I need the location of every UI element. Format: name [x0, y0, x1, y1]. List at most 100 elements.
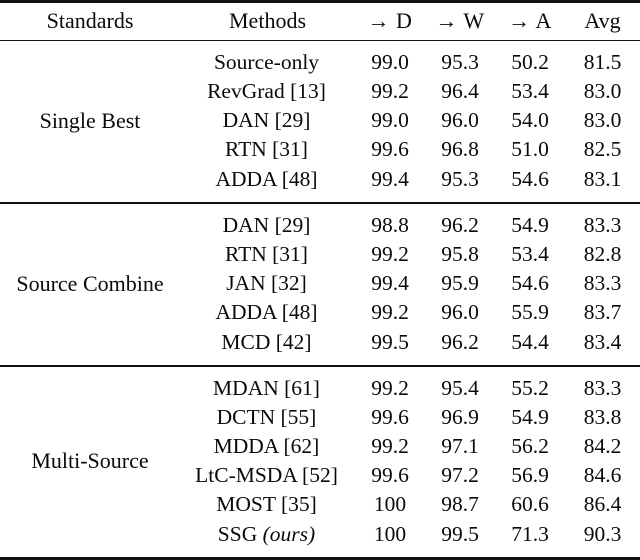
value-to-a: 54.0 [495, 106, 565, 135]
value-to-a: 56.2 [495, 432, 565, 461]
group-label-source-combine: Source Combine [0, 211, 180, 357]
method-name: RTN [31] [180, 240, 355, 269]
value-to-d: 100 [355, 520, 425, 549]
method-name: LtC-MSDA [52] [180, 461, 355, 490]
value-to-w: 96.2 [425, 211, 495, 240]
value-avg: 83.0 [565, 77, 640, 106]
value-to-d: 100 [355, 491, 425, 520]
method-name: DAN [29] [180, 106, 355, 135]
group-single-best: Single Best Source-only 99.0 95.3 50.2 8… [0, 41, 640, 203]
value-to-a: 71.3 [495, 520, 565, 549]
value-avg: 82.5 [565, 136, 640, 165]
results-table-container: Standards Methods → D → W → A Avg Single… [0, 0, 640, 529]
value-avg: 83.8 [565, 403, 640, 432]
value-avg: 83.7 [565, 299, 640, 328]
value-to-d: 99.4 [355, 165, 425, 194]
value-to-a: 55.9 [495, 299, 565, 328]
value-avg: 83.3 [565, 374, 640, 403]
method-name: RevGrad [13] [180, 77, 355, 106]
value-avg: 84.2 [565, 432, 640, 461]
value-avg: 90.3 [565, 520, 640, 549]
group-top-spacer [0, 204, 640, 211]
value-to-d: 99.6 [355, 461, 425, 490]
value-to-a: 54.6 [495, 269, 565, 298]
value-to-d: 99.2 [355, 432, 425, 461]
method-name: Source-only [180, 48, 355, 77]
group-multi-source: Multi-Source MDAN [61] 99.2 95.4 55.2 83… [0, 366, 640, 560]
value-to-w: 96.8 [425, 136, 495, 165]
group-label-multi-source: Multi-Source [0, 374, 180, 549]
method-name: MDDA [62] [180, 432, 355, 461]
value-to-a: 54.6 [495, 165, 565, 194]
value-to-a: 56.9 [495, 461, 565, 490]
table-header: Standards Methods → D → W → A Avg [0, 2, 640, 41]
value-to-a: 54.4 [495, 328, 565, 357]
value-to-w: 99.5 [425, 520, 495, 549]
method-name-ours: SSG (ours) [180, 520, 355, 549]
value-to-w: 98.7 [425, 491, 495, 520]
value-avg: 84.6 [565, 461, 640, 490]
value-to-a: 54.9 [495, 403, 565, 432]
value-avg: 82.8 [565, 240, 640, 269]
value-to-w: 96.2 [425, 328, 495, 357]
value-avg: 81.5 [565, 48, 640, 77]
value-to-w: 95.4 [425, 374, 495, 403]
value-to-a: 51.0 [495, 136, 565, 165]
group-bottom-spacer [0, 357, 640, 366]
value-to-a: 50.2 [495, 48, 565, 77]
method-name: MOST [35] [180, 491, 355, 520]
value-to-d: 99.2 [355, 240, 425, 269]
column-header-to-a: → A [495, 3, 565, 40]
value-to-w: 95.8 [425, 240, 495, 269]
value-to-d: 99.2 [355, 374, 425, 403]
value-to-d: 98.8 [355, 211, 425, 240]
method-name: MCD [42] [180, 328, 355, 357]
value-to-w: 95.3 [425, 165, 495, 194]
method-name: ADDA [48] [180, 299, 355, 328]
column-header-standards: Standards [0, 3, 180, 40]
value-to-w: 96.9 [425, 403, 495, 432]
value-to-a: 53.4 [495, 240, 565, 269]
column-header-avg: Avg [565, 3, 640, 40]
value-to-w: 97.2 [425, 461, 495, 490]
value-to-d: 99.4 [355, 269, 425, 298]
group-top-spacer [0, 367, 640, 374]
value-to-d: 99.2 [355, 299, 425, 328]
value-to-a: 54.9 [495, 211, 565, 240]
value-to-a: 53.4 [495, 77, 565, 106]
value-to-w: 95.3 [425, 48, 495, 77]
method-name: RTN [31] [180, 136, 355, 165]
value-avg: 83.0 [565, 106, 640, 135]
value-avg: 83.3 [565, 269, 640, 298]
value-to-d: 99.2 [355, 77, 425, 106]
column-header-to-d: → D [355, 3, 425, 40]
column-header-to-w: → W [425, 3, 495, 40]
column-header-methods: Methods [180, 3, 355, 40]
group-source-combine: Source Combine DAN [29] 98.8 96.2 54.9 8… [0, 203, 640, 366]
method-name: MDAN [61] [180, 374, 355, 403]
method-name-text: SSG [218, 522, 263, 546]
value-to-d: 99.6 [355, 136, 425, 165]
value-to-w: 97.1 [425, 432, 495, 461]
column-header-row: Standards Methods → D → W → A Avg [0, 3, 640, 40]
value-to-w: 96.0 [425, 106, 495, 135]
method-name-ours-tag: (ours) [263, 522, 316, 546]
group-bottom-spacer [0, 194, 640, 203]
value-to-d: 99.0 [355, 48, 425, 77]
group-top-spacer [0, 41, 640, 49]
table-row: Multi-Source MDAN [61] 99.2 95.4 55.2 83… [0, 374, 640, 403]
group-label-single-best: Single Best [0, 48, 180, 194]
table-row: Single Best Source-only 99.0 95.3 50.2 8… [0, 48, 640, 77]
value-to-d: 99.6 [355, 403, 425, 432]
value-to-w: 95.9 [425, 269, 495, 298]
method-name: DCTN [55] [180, 403, 355, 432]
value-avg: 83.3 [565, 211, 640, 240]
value-to-d: 99.5 [355, 328, 425, 357]
table-row: Source Combine DAN [29] 98.8 96.2 54.9 8… [0, 211, 640, 240]
method-name: ADDA [48] [180, 165, 355, 194]
value-to-w: 96.0 [425, 299, 495, 328]
value-to-a: 55.2 [495, 374, 565, 403]
group-bottom-spacer [0, 549, 640, 559]
method-name: DAN [29] [180, 211, 355, 240]
value-avg: 86.4 [565, 491, 640, 520]
